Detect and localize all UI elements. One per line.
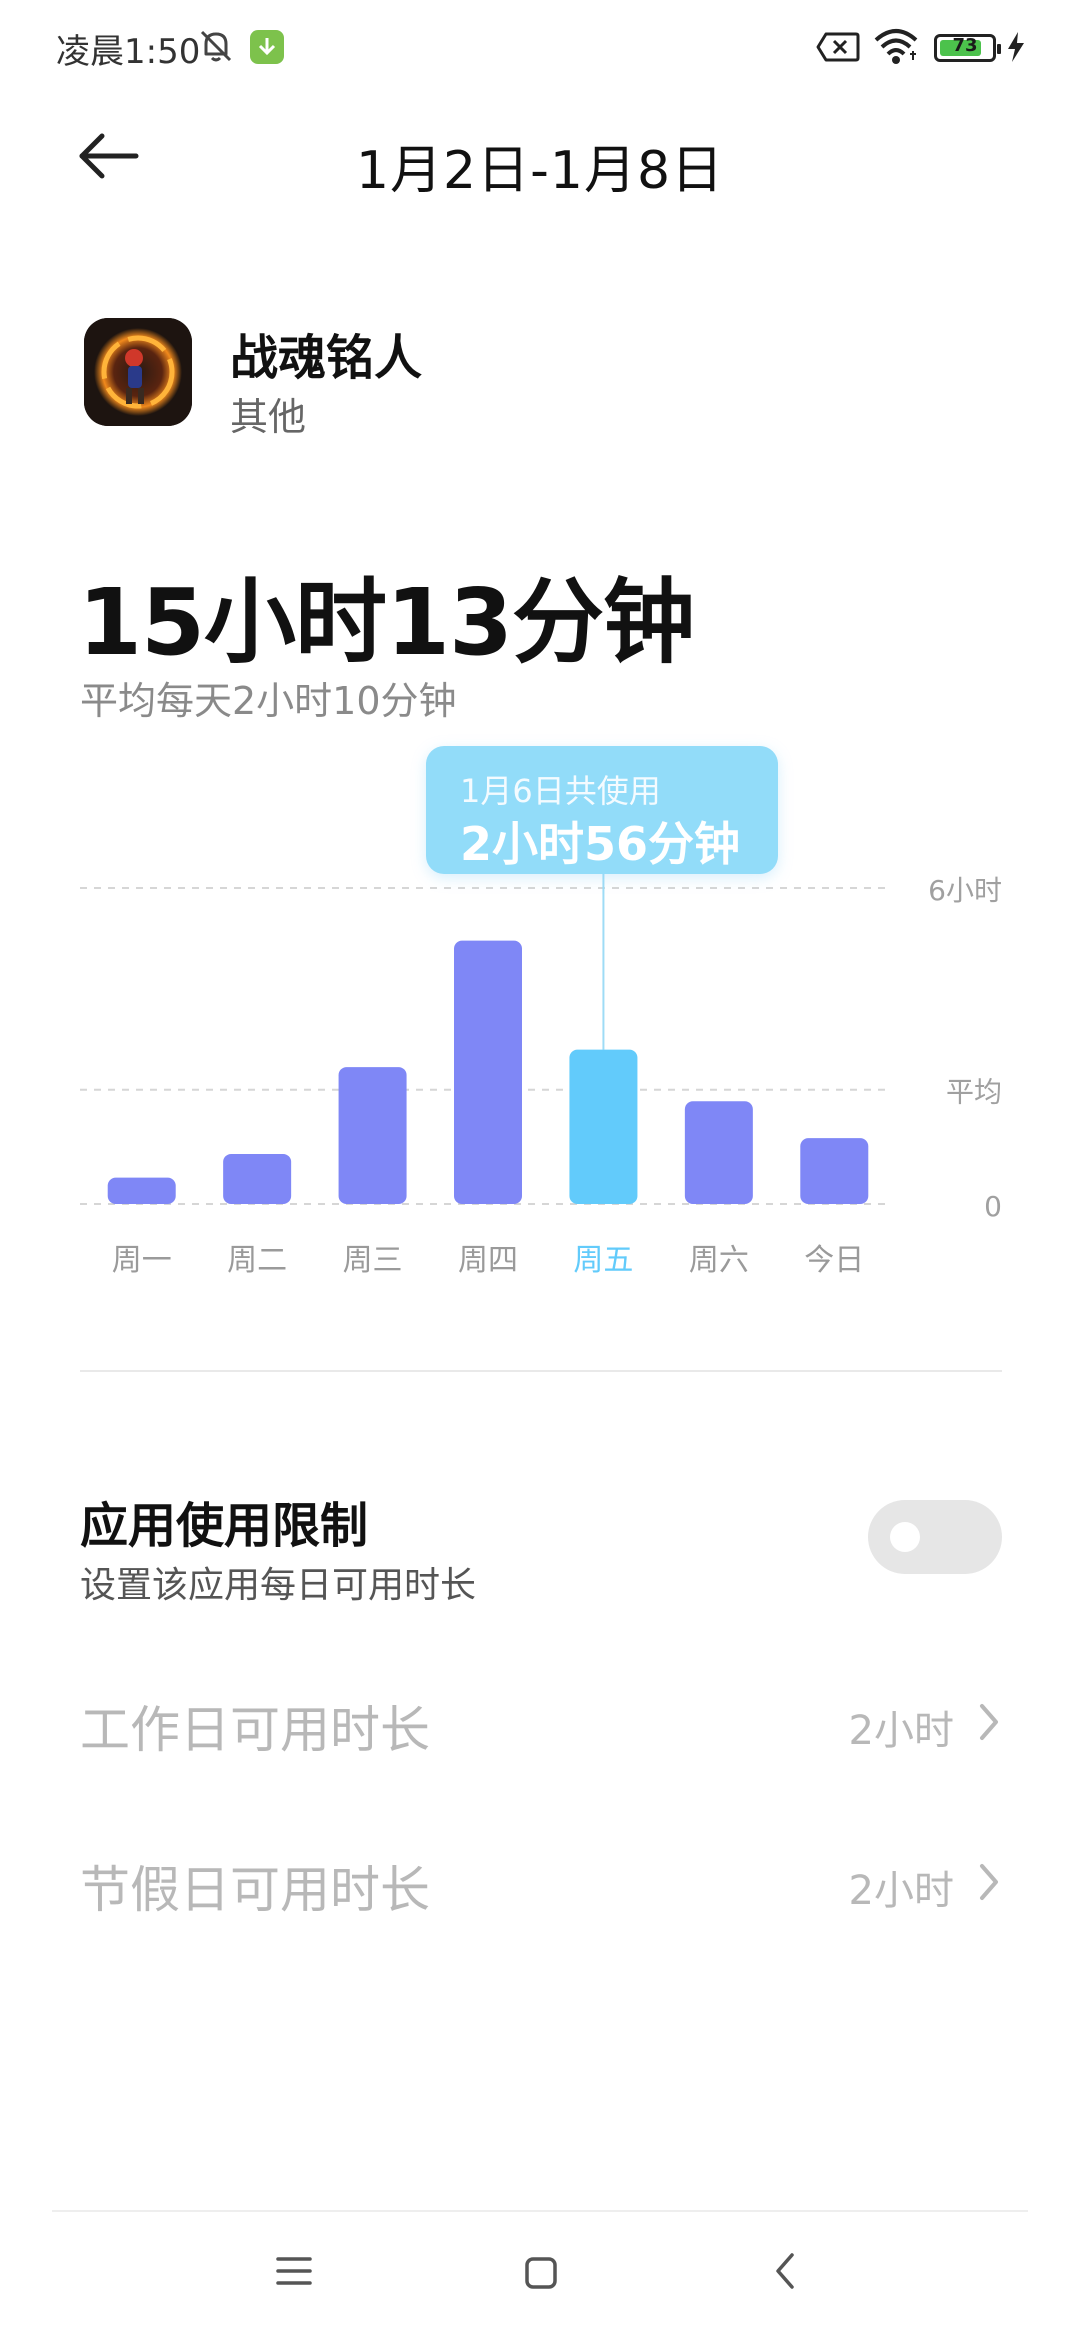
bar — [223, 1153, 292, 1204]
total-usage-time: 15小时13分钟 — [78, 569, 695, 676]
limit-subtitle: 设置该应用每日可用时长 — [80, 1565, 477, 1606]
toggle-knob — [890, 1522, 920, 1552]
selected-bar — [569, 1049, 638, 1204]
app-name: 战魂铭人 — [230, 330, 423, 386]
holiday-limit-value: 2小时 — [848, 1868, 954, 1914]
status-bar: 凌晨1:50 73 — [0, 0, 1080, 96]
weekday-limit-value: 2小时 — [848, 1708, 954, 1754]
menu-icon[interactable] — [276, 2254, 312, 2288]
status-time: 凌晨1:50 — [56, 32, 201, 72]
app-usage-detail-screen: 凌晨1:50 73 1月2日-1月8日 战魂铭人 其他 15小时13分钟 平均每… — [0, 0, 1080, 2340]
bar — [800, 1138, 869, 1204]
sim-off-icon — [816, 32, 860, 62]
app-icon — [84, 318, 192, 426]
holiday-limit-row[interactable]: 节假日可用时长 2小时 — [80, 1826, 1002, 1946]
x-tick-label: 周二 — [227, 1243, 287, 1278]
usage-limit-toggle[interactable] — [868, 1500, 1002, 1574]
limit-title: 应用使用限制 — [80, 1498, 369, 1554]
back-icon[interactable] — [774, 2252, 796, 2290]
average-usage-time: 平均每天2小时10分钟 — [80, 679, 457, 723]
nav-divider — [52, 2210, 1028, 2212]
section-divider — [80, 1370, 1002, 1372]
bar — [454, 940, 522, 1204]
x-tick-label: 周三 — [343, 1243, 403, 1278]
weekday-limit-row[interactable]: 工作日可用时长 2小时 — [80, 1666, 1002, 1786]
mute-icon — [200, 30, 232, 62]
chevron-right-icon — [980, 1864, 998, 1900]
x-tick-label: 周一 — [112, 1243, 172, 1278]
y-tick-label: 6小时 — [928, 874, 1002, 907]
home-icon[interactable] — [524, 2256, 558, 2290]
y-tick-label: 平均 — [946, 1076, 1002, 1109]
x-tick-label: 今日 — [804, 1243, 864, 1278]
app-category: 其他 — [230, 395, 307, 439]
tooltip-title: 1月6日共使用 — [460, 772, 661, 810]
battery-icon: 73 — [934, 34, 1001, 62]
weekday-limit-label: 工作日可用时长 — [80, 1701, 430, 1759]
page-title: 1月2日-1月8日 — [355, 141, 725, 201]
tooltip-value: 2小时56分钟 — [460, 817, 741, 871]
bar — [107, 1177, 176, 1204]
x-tick-label: 周五 — [573, 1243, 633, 1278]
charging-icon — [1008, 32, 1024, 62]
battery-level: 73 — [952, 35, 978, 56]
bar — [684, 1101, 753, 1204]
holiday-limit-label: 节假日可用时长 — [80, 1861, 430, 1919]
x-tick-label: 周四 — [458, 1243, 518, 1278]
chevron-right-icon — [980, 1704, 998, 1740]
y-tick-label: 0 — [984, 1190, 1002, 1223]
wifi-icon — [874, 29, 918, 64]
selected-day-tooltip: 1月6日共使用 2小时56分钟 — [426, 746, 778, 874]
download-icon — [250, 30, 284, 64]
x-tick-label: 周六 — [689, 1243, 749, 1278]
bar — [338, 1067, 407, 1204]
